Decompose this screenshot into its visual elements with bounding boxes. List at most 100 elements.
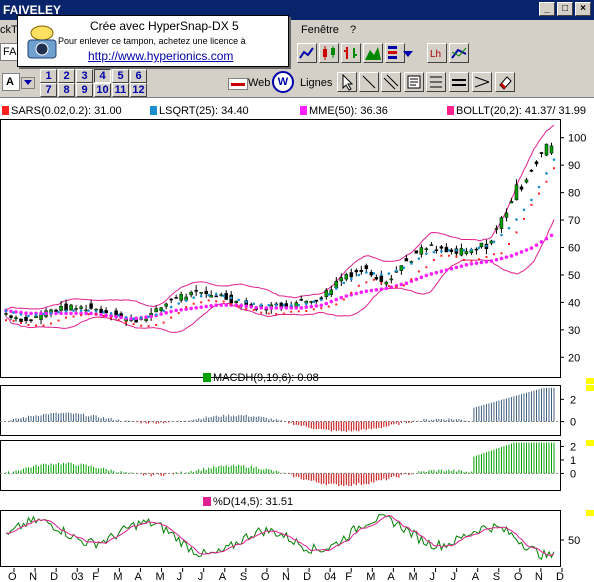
price-axis-label: 40 [568,297,580,309]
bar-chart-button[interactable] [341,43,361,63]
volume-button[interactable] [385,43,405,63]
time-axis-label: M [113,571,122,582]
mme-point [434,270,439,275]
text-dropdown-button[interactable] [21,77,35,89]
time-axis-label: D [556,571,564,582]
hline-tool-button[interactable] [449,72,469,92]
line-style-box[interactable] [228,78,248,90]
legend-lsqrt-text: LSQRT(25): 34.40 [159,105,249,117]
period-button-7[interactable]: 7 [40,83,57,97]
legend-mme: MME(50): 36.36 [300,104,388,118]
sar-point [387,285,390,288]
mme-point [354,291,359,296]
mme-point [319,303,324,308]
candle-body [154,308,158,313]
text-tool-button[interactable]: A [2,73,20,91]
price-axis-label: 60 [568,243,580,255]
menu-item-help[interactable]: ? [350,20,356,40]
candle-body [194,290,198,292]
period-button-6[interactable]: 6 [130,69,147,83]
stoch-frame [0,510,561,567]
area-chart-button[interactable] [363,43,383,63]
macd-histogram-chart[interactable]: 20 [0,385,594,437]
mme-point [469,261,474,266]
fibonacci-tool-button[interactable] [426,72,446,92]
line-chart-button[interactable] [297,43,317,63]
minimize-button[interactable]: _ [539,2,555,16]
lsqrt-point [259,303,263,307]
price-chart[interactable]: 100 90 80 70 60 50 40 30 20 [0,119,594,384]
lsqrt-point [27,314,30,318]
time-axis-label: N [282,571,290,582]
candle-body [84,309,88,312]
sar-point [80,314,83,317]
sar-point [357,284,360,287]
eraser-tool-button[interactable] [495,72,515,92]
stamp-link[interactable]: http://www.hyperionics.com [88,49,233,63]
mme-point [74,311,78,316]
mme-point [439,269,444,274]
indicator-button[interactable]: Lh [427,43,447,63]
candle-chart-button[interactable] [319,43,339,63]
lsqrt-point [214,292,218,296]
dropdown-arrow-icon[interactable] [403,49,413,59]
menu-item-partial[interactable]: ckT [0,20,18,40]
period-button-2[interactable]: 2 [58,69,75,83]
lsqrt-point [64,309,68,313]
candle-body [359,269,364,272]
period-button-1[interactable]: 1 [40,69,57,83]
lsqrt-point [132,317,135,321]
period-button-4[interactable]: 4 [94,69,111,83]
cursor-tool-button[interactable] [337,72,357,92]
mme-point [504,255,509,259]
ticker-field[interactable]: FA [0,43,18,61]
close-button[interactable]: × [575,2,591,16]
scale-marker [586,378,594,384]
lsqrt-point [350,277,353,281]
sar-point [200,301,203,304]
lsqrt-point [537,185,541,189]
candle-body [424,248,429,250]
lsqrt-point [117,313,120,317]
time-axis-label: S [240,571,247,582]
parallel-lines-icon [383,74,399,90]
sar-point [72,315,75,318]
time-axis-label: O [8,571,17,582]
period-button-11[interactable]: 11 [112,83,129,97]
compare-button[interactable] [449,43,469,63]
menu-item-fenetre[interactable]: Fenêtre [301,20,339,40]
web-globe-icon[interactable]: W [272,71,294,93]
period-button-3[interactable]: 3 [76,69,93,83]
oscillator-histogram-chart[interactable]: 2 10 [0,440,594,492]
candle-body [449,249,454,252]
fan-tool-button[interactable] [472,72,492,92]
candle-body [69,304,73,311]
candle-body [489,240,494,244]
stamp-line-1: Crée avec HyperSnap-DX 5 [90,19,239,33]
period-button-10[interactable]: 10 [94,83,111,97]
web-label[interactable]: Web [248,77,270,89]
candle-body [389,278,394,281]
lsqrt-point [12,311,15,314]
stochastic-chart[interactable]: 50 [0,510,594,568]
sar-point [147,325,150,328]
stoch-label-text: %D(14,5): 31.51 [213,496,294,508]
maximize-button[interactable]: □ [557,2,573,16]
mme-point [309,304,314,309]
text-box-tool-button[interactable] [404,72,424,92]
parallel-tool-button[interactable] [381,72,401,92]
period-button-8[interactable]: 8 [58,83,75,97]
sar-point [27,323,30,326]
line-tool-button[interactable] [359,72,379,92]
lsqrt-point [199,294,203,298]
sar-point [507,243,510,246]
lsqrt-point [79,309,83,312]
mme-point [189,306,193,311]
period-button-12[interactable]: 12 [130,83,147,97]
sar-point [215,300,218,303]
stamp-line-2: Pour enlever ce tampon, achetez une lice… [58,36,246,46]
sar-point [230,303,233,306]
mme-point [164,311,168,315]
period-button-5[interactable]: 5 [112,69,129,83]
period-button-9[interactable]: 9 [76,83,93,97]
